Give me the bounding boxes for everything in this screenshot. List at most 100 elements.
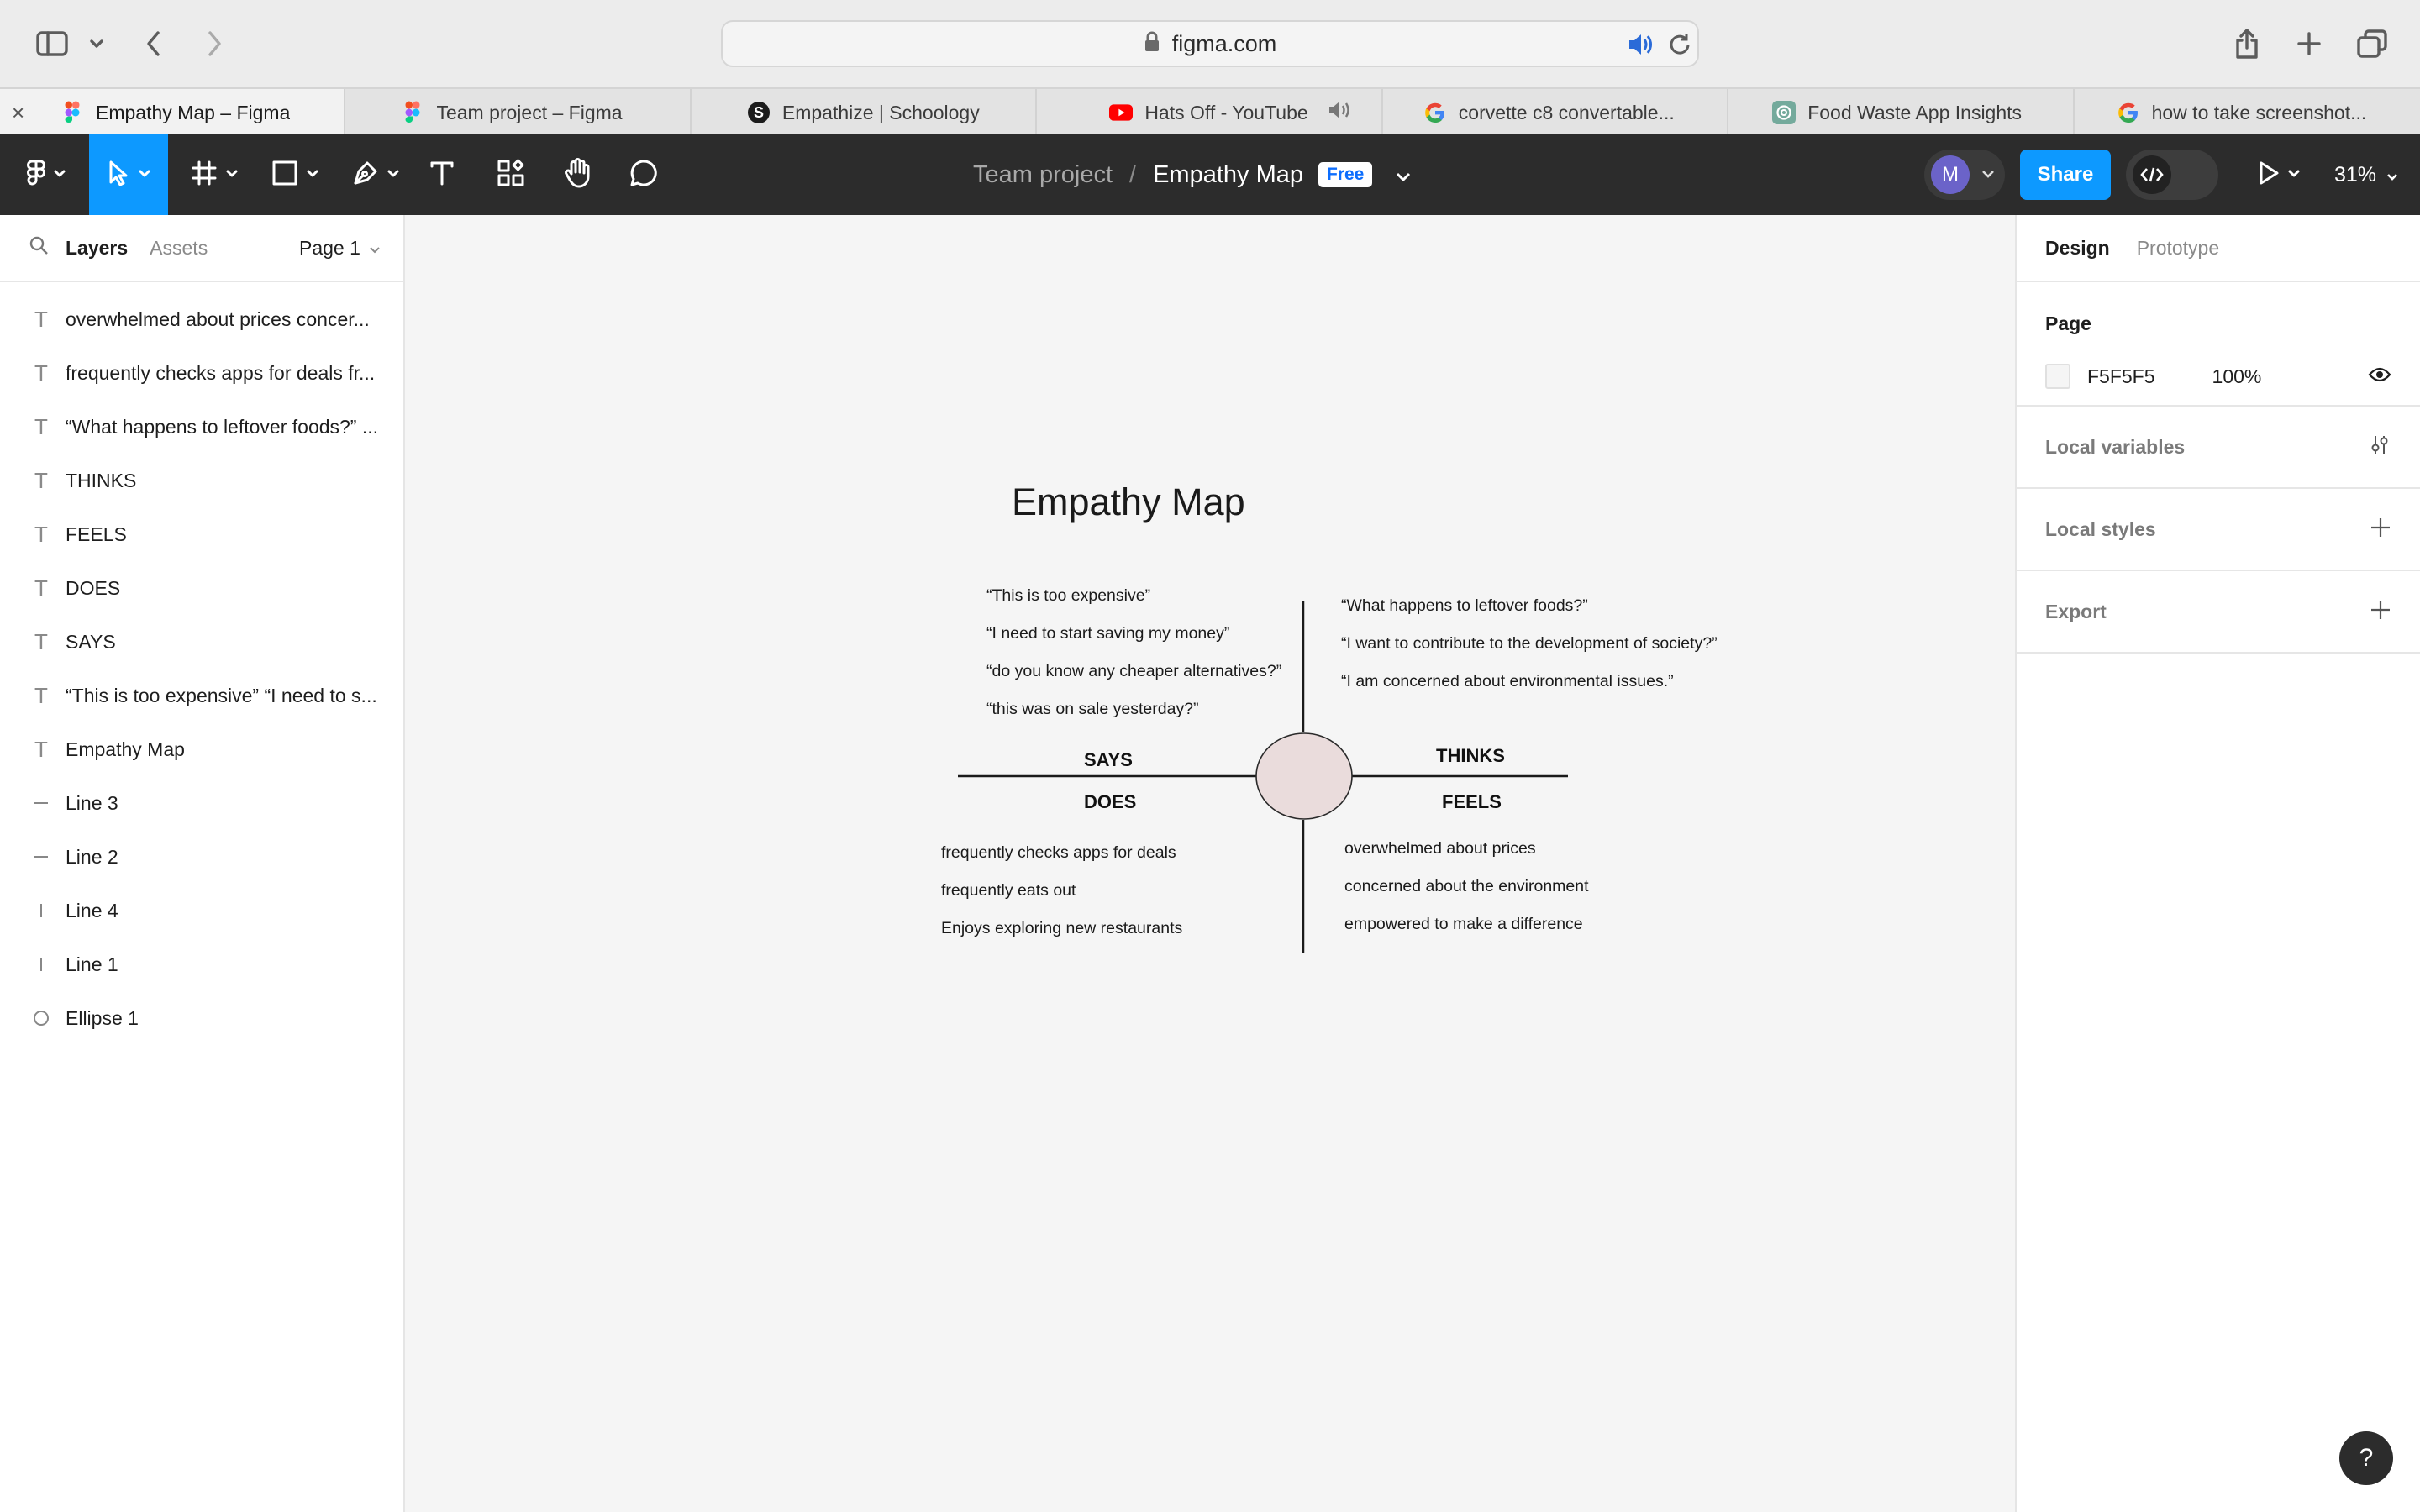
layer-row[interactable]: T Empathy Map — [0, 722, 403, 776]
says-note: “This is too expensive” — [986, 586, 1151, 605]
chevron-down-icon[interactable] — [1396, 161, 1411, 189]
layer-row[interactable]: Toverwhelmed about prices concer... — [0, 292, 403, 346]
main-menu-button[interactable] — [20, 134, 72, 215]
plan-badge[interactable]: Free — [1318, 162, 1373, 187]
close-tab-icon[interactable]: × — [12, 100, 24, 126]
add-export-icon[interactable] — [2370, 599, 2391, 625]
layer-row[interactable]: Ellipse 1 — [0, 991, 403, 1045]
frame-tool[interactable] — [187, 134, 242, 215]
comment-tool[interactable] — [627, 134, 660, 215]
variables-settings-icon[interactable] — [2368, 433, 2391, 461]
address-bar[interactable]: figma.com — [721, 20, 1699, 67]
page-opacity[interactable]: 100% — [2212, 365, 2262, 388]
page-fill-row[interactable]: F5F5F5 100% — [2045, 364, 2420, 389]
page-color-hex[interactable]: F5F5F5 — [2087, 365, 2155, 388]
chevron-down-icon — [2288, 167, 2300, 182]
zoom-level: 31% — [2334, 162, 2377, 186]
layer-row[interactable]: Line 1 — [0, 937, 403, 991]
tab-design[interactable]: Design — [2045, 237, 2110, 260]
tab-label: Team project – Figma — [436, 101, 623, 123]
frame-icon — [191, 160, 218, 191]
layer-row[interactable]: Line 4 — [0, 884, 403, 937]
layer-name: THINKS — [66, 469, 137, 491]
new-tab-icon[interactable] — [2294, 20, 2324, 67]
reload-icon[interactable] — [1667, 32, 1692, 61]
page-name: Page 1 — [299, 236, 360, 259]
layer-row[interactable]: T FEELS — [0, 507, 403, 561]
tab-schoology[interactable]: S Empathize | Schoology — [692, 89, 1038, 136]
tab-chatgpt[interactable]: Food Waste App Insights — [1728, 89, 2075, 136]
canvas[interactable] — [407, 215, 2015, 1512]
svg-text:S: S — [754, 104, 764, 121]
text-tool[interactable] — [427, 134, 457, 215]
does-note: frequently eats out — [941, 881, 1076, 900]
help-button[interactable]: ? — [2339, 1431, 2393, 1485]
text-layer-icon: T — [34, 467, 48, 493]
layer-row[interactable]: Line 3 — [0, 776, 403, 830]
page-selector[interactable]: Page 1 — [299, 237, 381, 260]
sidebar-toggle-icon[interactable] — [34, 20, 71, 67]
eye-icon[interactable] — [2368, 365, 2391, 388]
hand-tool[interactable] — [560, 134, 595, 215]
speaker-icon[interactable] — [1627, 32, 1654, 61]
tab-overview-icon[interactable] — [2356, 20, 2388, 67]
local-styles-section: Local styles — [2017, 489, 2420, 571]
local-variables-label[interactable]: Local variables — [2045, 436, 2185, 459]
tab-google-screenshot[interactable]: how to take screenshot... — [2075, 89, 2420, 136]
layer-row[interactable]: Tfrequently checks apps for deals fr... — [0, 346, 403, 400]
add-style-icon[interactable] — [2370, 517, 2391, 543]
layer-row[interactable]: T THINKS — [0, 454, 403, 507]
share-button[interactable]: Share — [2020, 150, 2111, 200]
dev-mode-toggle[interactable] — [2126, 150, 2218, 200]
google-icon — [2117, 101, 2140, 124]
back-icon[interactable] — [139, 20, 168, 67]
resources-tool[interactable] — [494, 134, 528, 215]
tab-team-project[interactable]: Team project – Figma — [345, 89, 692, 136]
text-layer-icon: T — [34, 413, 48, 439]
tab-assets[interactable]: Assets — [150, 237, 208, 260]
chevron-down-icon[interactable] — [84, 20, 109, 67]
thinks-note: “I am concerned about environmental issu… — [1341, 672, 1674, 690]
file-name[interactable]: Empathy Map — [1153, 161, 1303, 189]
tab-google-corvette[interactable]: corvette c8 convertable... — [1383, 89, 1729, 136]
shape-tool[interactable] — [267, 134, 323, 215]
speaker-muted-icon[interactable] — [1327, 99, 1352, 126]
layer-row[interactable]: T DOES — [0, 561, 403, 615]
local-styles-label[interactable]: Local styles — [2045, 518, 2156, 541]
pen-tool[interactable] — [348, 134, 403, 215]
feels-note: overwhelmed about prices — [1344, 839, 1536, 858]
page-section-title: Page — [2045, 312, 2091, 334]
rectangle-icon — [271, 160, 298, 191]
properties-panel-header: Design Prototype — [2017, 215, 2420, 282]
local-variables-section: Local variables — [2017, 407, 2420, 489]
tab-prototype[interactable]: Prototype — [2137, 237, 2219, 260]
layer-name: Ellipse 1 — [66, 1006, 139, 1029]
components-icon — [497, 159, 525, 192]
tab-youtube[interactable]: Hats Off - YouTube — [1037, 89, 1383, 136]
layer-row[interactable]: Line 2 — [0, 830, 403, 884]
layer-name: Line 2 — [66, 845, 118, 868]
zoom-control[interactable]: 31% — [2334, 134, 2398, 215]
tab-layers[interactable]: Layers — [66, 237, 128, 260]
forward-icon[interactable] — [200, 20, 229, 67]
tab-label: how to take screenshot... — [2151, 101, 2367, 123]
export-label[interactable]: Export — [2045, 601, 2107, 623]
title-separator: / — [1129, 160, 1137, 188]
move-tool[interactable] — [89, 134, 168, 215]
page-section: Page F5F5F5 100% — [2017, 282, 2420, 407]
search-icon[interactable] — [29, 235, 49, 260]
layer-name: Line 1 — [66, 953, 118, 975]
share-page-icon[interactable] — [2232, 20, 2262, 67]
layer-row[interactable]: T SAYS — [0, 615, 403, 669]
page-color-swatch[interactable] — [2045, 364, 2070, 389]
chevron-down-icon — [54, 167, 66, 182]
text-icon — [429, 160, 455, 191]
multiplayer-users[interactable]: M — [1924, 150, 2005, 200]
hand-icon — [563, 157, 592, 192]
text-layer-icon: T — [34, 360, 48, 386]
layer-row[interactable]: T “This is too expensive” “I need to s... — [0, 669, 403, 722]
project-name[interactable]: Team project — [973, 161, 1113, 189]
layer-row[interactable]: T “What happens to leftover foods?” ... — [0, 400, 403, 454]
present-button[interactable] — [2254, 134, 2304, 215]
tab-empathy-map[interactable]: × Empathy Map – Figma — [0, 89, 346, 136]
